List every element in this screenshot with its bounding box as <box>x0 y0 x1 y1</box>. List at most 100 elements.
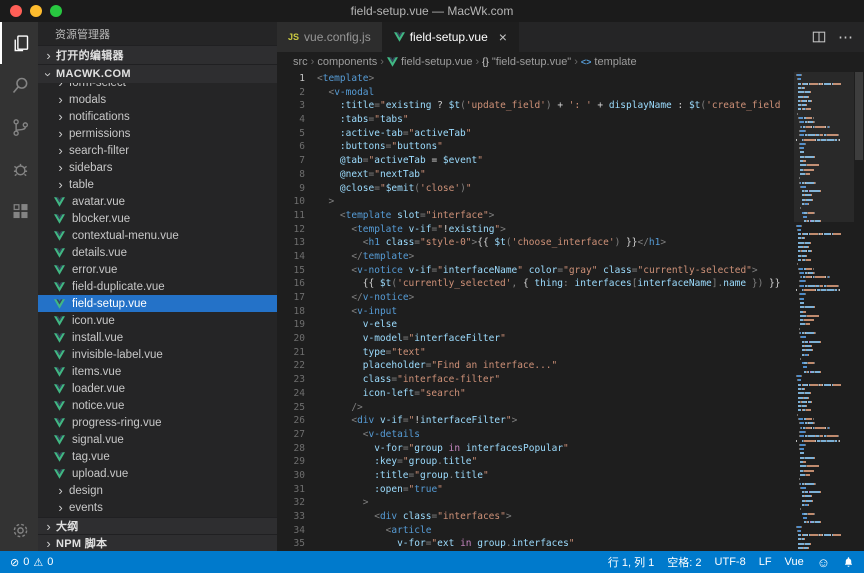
code-line[interactable]: 35 v-for="ext in group.interfaces" <box>277 537 794 551</box>
code-line[interactable]: 4 :tabs="tabs" <box>277 113 794 127</box>
code-line[interactable]: 10 > <box>277 195 794 209</box>
code-line[interactable]: 31 :open="true" <box>277 483 794 497</box>
breadcrumb-item[interactable]: {}"field-setup.vue" <box>482 56 571 68</box>
code-line[interactable]: 18 <v-input <box>277 305 794 319</box>
code-line[interactable]: 14 </template> <box>277 250 794 264</box>
tree-item-upload-vue[interactable]: upload.vue <box>38 465 277 482</box>
tree-item-design[interactable]: ›design <box>38 482 277 499</box>
tree-item-modals[interactable]: ›modals <box>38 91 277 108</box>
more-actions-icon[interactable]: ⋯ <box>838 28 854 46</box>
tab-vue-config-js[interactable]: JS vue.config.js <box>277 22 383 52</box>
problems-indicator[interactable]: ⊘ 0 ⚠ 0 <box>10 556 53 569</box>
tree-item-contextual-menu-vue[interactable]: contextual-menu.vue <box>38 227 277 244</box>
tree-item-signal-vue[interactable]: signal.vue <box>38 431 277 448</box>
tree-item-notifications[interactable]: ›notifications <box>38 108 277 125</box>
code-line[interactable]: 22 placeholder="Find an interface..." <box>277 359 794 373</box>
close-tab-icon[interactable]: × <box>499 30 507 44</box>
tree-item-details-vue[interactable]: details.vue <box>38 244 277 261</box>
code-line[interactable]: 27 <v-details <box>277 428 794 442</box>
settings-icon[interactable] <box>0 509 38 551</box>
tree-item-loader-vue[interactable]: loader.vue <box>38 380 277 397</box>
code-line[interactable]: 6 :buttons="buttons" <box>277 140 794 154</box>
tree-item-events[interactable]: ›events <box>38 499 277 516</box>
extensions-icon[interactable] <box>0 190 38 232</box>
open-editors-section[interactable]: › 打开的编辑器 <box>38 45 277 64</box>
split-editor-icon[interactable] <box>812 30 826 44</box>
code-editor[interactable]: 1<template>2 <v-modal3 :title="existing … <box>277 72 864 551</box>
code-line[interactable]: 33 <div class="interfaces"> <box>277 510 794 524</box>
search-icon[interactable] <box>0 64 38 106</box>
vue-file-icon <box>54 469 66 479</box>
breadcrumb-item[interactable]: <>template <box>581 56 637 68</box>
source-control-icon[interactable] <box>0 106 38 148</box>
code-line[interactable]: 7 @tab="activeTab = $event" <box>277 154 794 168</box>
code-line[interactable]: 29 :key="group.title" <box>277 455 794 469</box>
close-window-button[interactable] <box>10 5 22 17</box>
code-line[interactable]: 32 > <box>277 496 794 510</box>
tree-item-install-vue[interactable]: install.vue <box>38 329 277 346</box>
tree-item-invisible-label-vue[interactable]: invisible-label.vue <box>38 346 277 363</box>
code-line[interactable]: 28 v-for="group in interfacesPopular" <box>277 442 794 456</box>
tab-bar: JS vue.config.js field-setup.vue × ⋯ <box>277 22 864 52</box>
code-line[interactable]: 25 /> <box>277 401 794 415</box>
indentation-indicator[interactable]: 空格: 2 <box>667 554 701 570</box>
tree-item-icon-vue[interactable]: icon.vue <box>38 312 277 329</box>
code-line[interactable]: 21 type="text" <box>277 346 794 360</box>
code-line[interactable]: 13 <h1 class="style-0">{{ $t('choose_int… <box>277 236 794 250</box>
tree-item-tag-vue[interactable]: tag.vue <box>38 448 277 465</box>
tree-item-notice-vue[interactable]: notice.vue <box>38 397 277 414</box>
code-line[interactable]: 16 {{ $t('currently_selected', { thing: … <box>277 277 794 291</box>
tree-item-items-vue[interactable]: items.vue <box>38 363 277 380</box>
code-line[interactable]: 34 <article <box>277 524 794 538</box>
tree-item-table[interactable]: ›table <box>38 176 277 193</box>
notifications-bell-icon[interactable] <box>843 556 854 568</box>
code-line[interactable]: 26 <div v-if="!interfaceFilter"> <box>277 414 794 428</box>
tree-item-field-duplicate-vue[interactable]: field-duplicate.vue <box>38 278 277 295</box>
code-line[interactable]: 3 :title="existing ? $t('update_field') … <box>277 99 794 113</box>
tree-item-search-filter[interactable]: ›search-filter <box>38 142 277 159</box>
eol-indicator[interactable]: LF <box>759 556 772 568</box>
tree-item-progress-ring-vue[interactable]: progress-ring.vue <box>38 414 277 431</box>
code-line[interactable]: 17 </v-notice> <box>277 291 794 305</box>
chevron-right-icon: › <box>54 500 67 515</box>
tree-item-permissions[interactable]: ›permissions <box>38 125 277 142</box>
code-line[interactable]: 1<template> <box>277 72 794 86</box>
zoom-window-button[interactable] <box>50 5 62 17</box>
code-line[interactable]: 15 <v-notice v-if="interfaceName" color=… <box>277 264 794 278</box>
feedback-smiley-icon[interactable]: ☺ <box>817 555 830 570</box>
code-line[interactable]: 5 :active-tab="activeTab" <box>277 127 794 141</box>
tree-item-blocker-vue[interactable]: blocker.vue <box>38 210 277 227</box>
breadcrumb-item[interactable]: components <box>317 56 377 68</box>
sidebar-bottom-panels: ›大纲›NPM 脚本 <box>38 517 277 551</box>
code-line[interactable]: 24 icon-left="search" <box>277 387 794 401</box>
tree-item-avatar-vue[interactable]: avatar.vue <box>38 193 277 210</box>
code-line[interactable]: 8 @next="nextTab" <box>277 168 794 182</box>
code-line[interactable]: 9 @close="$emit('close')" <box>277 182 794 196</box>
explorer-icon[interactable] <box>0 22 38 64</box>
scrollbar-thumb[interactable] <box>855 72 863 160</box>
breadcrumb-item[interactable]: src <box>293 56 308 68</box>
tree-item-error-vue[interactable]: error.vue <box>38 261 277 278</box>
code-line[interactable]: 12 <template v-if="!existing"> <box>277 223 794 237</box>
debug-icon[interactable] <box>0 148 38 190</box>
breadcrumb-item[interactable]: field-setup.vue <box>387 56 473 68</box>
code-line[interactable]: 11 <template slot="interface"> <box>277 209 794 223</box>
minimap[interactable] <box>794 72 854 551</box>
cursor-position[interactable]: 行 1, 列 1 <box>608 554 654 570</box>
sidebar-panel-npm-scripts[interactable]: ›NPM 脚本 <box>38 534 277 551</box>
code-line[interactable]: 30 :title="group.title" <box>277 469 794 483</box>
tree-item-form-select[interactable]: ›form-select <box>38 83 277 91</box>
encoding-indicator[interactable]: UTF-8 <box>715 556 746 568</box>
tree-item-field-setup-vue[interactable]: field-setup.vue <box>38 295 277 312</box>
vertical-scrollbar[interactable] <box>854 72 864 551</box>
code-line[interactable]: 2 <v-modal <box>277 86 794 100</box>
tree-item-sidebars[interactable]: ›sidebars <box>38 159 277 176</box>
code-line[interactable]: 20 v-model="interfaceFilter" <box>277 332 794 346</box>
sidebar-panel-outline[interactable]: ›大纲 <box>38 517 277 534</box>
tab-field-setup-vue[interactable]: field-setup.vue × <box>383 22 519 52</box>
language-indicator[interactable]: Vue <box>785 556 804 568</box>
code-line[interactable]: 19 v-else <box>277 318 794 332</box>
workspace-section[interactable]: › MACWK.COM <box>38 64 277 83</box>
code-line[interactable]: 23 class="interface-filter" <box>277 373 794 387</box>
minimize-window-button[interactable] <box>30 5 42 17</box>
